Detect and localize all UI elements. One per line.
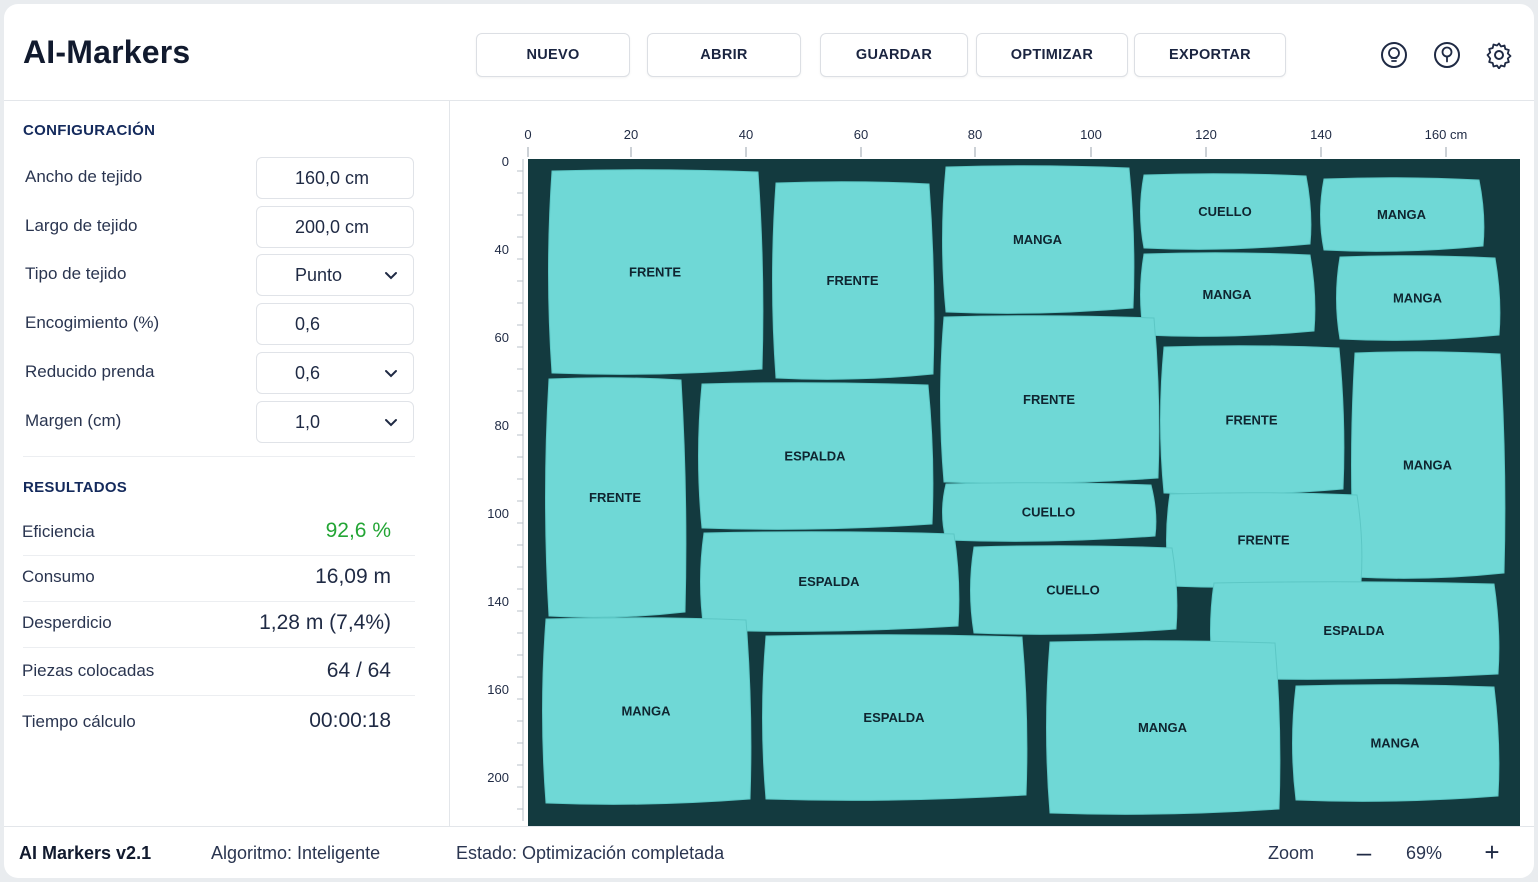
chevron-down-icon: [385, 272, 397, 280]
waste-value: 1,28 m (7,4%): [259, 611, 391, 634]
fabric-type-label: Tipo de tejido: [25, 264, 127, 283]
pieces-placed-label: Piezas colocadas: [22, 661, 155, 680]
piece-label: ESPALDA: [1323, 623, 1385, 638]
app-window: AI-Markers NUEVO ABRIR GUARDAR OPTIMIZAR…: [4, 4, 1534, 878]
waste-label: Desperdicio: [22, 613, 112, 632]
calc-time-value: 00:00:18: [309, 709, 391, 732]
y-tick-label: 40: [495, 242, 509, 257]
x-tick-label: 20: [624, 127, 638, 142]
fabric-type-select[interactable]: Punto: [256, 254, 414, 296]
x-tick-label: 0: [524, 127, 531, 142]
garment-reduction-select[interactable]: 0,6: [256, 352, 414, 394]
y-tick-label: 60: [495, 330, 509, 345]
zoom-out-button[interactable]: –: [1349, 837, 1379, 867]
open-button[interactable]: ABRIR: [647, 33, 801, 77]
lightbulb-icon[interactable]: [1379, 40, 1409, 70]
piece-label: CUELLO: [1046, 583, 1099, 598]
piece-label: MANGA: [1138, 720, 1188, 735]
piece-label: FRENTE: [1023, 392, 1075, 407]
garment-reduction-label: Reducido prenda: [25, 362, 155, 381]
marker-layout[interactable]: 0 20 40 60 80 100 120 140 160 cm 0 40 60 80 100 140 160…: [451, 101, 1534, 826]
piece-label: MANGA: [1202, 287, 1252, 302]
x-tick-label: 80: [968, 127, 982, 142]
x-tick-label: 40: [739, 127, 753, 142]
zoom-label: Zoom: [1268, 843, 1315, 863]
x-tick-label: 100: [1080, 127, 1102, 142]
sidebar: CONFIGURACIÓN Ancho de tejido 160,0 cm L…: [4, 101, 450, 826]
margin-label: Margen (cm): [25, 411, 122, 430]
piece-label: MANGA: [1370, 736, 1420, 751]
piece-label: MANGA: [1393, 291, 1443, 306]
fabric-width-input[interactable]: 160,0 cm: [256, 157, 414, 199]
shrinkage-label: Encogimiento (%): [25, 313, 160, 332]
x-tick-label: 60: [854, 127, 868, 142]
consumption-value: 16,09 m: [315, 565, 391, 588]
piece-label: MANGA: [621, 704, 671, 719]
fabric-type-value: Punto: [295, 264, 343, 285]
config-title: CONFIGURACIÓN: [23, 122, 156, 139]
x-tick-label: 140: [1310, 127, 1332, 142]
shrinkage-input[interactable]: 0,6: [256, 303, 414, 345]
new-button[interactable]: NUEVO: [476, 33, 630, 77]
zoom-value: 69%: [1406, 843, 1443, 863]
y-tick-label: 0: [502, 154, 509, 169]
row-divider: [23, 601, 415, 602]
piece-label: FRENTE: [1226, 413, 1278, 428]
state-label: Estado: Optimización completada: [456, 843, 725, 863]
piece-label: FRENTE: [629, 265, 681, 280]
fabric-width-value: 160,0 cm: [295, 167, 370, 188]
margin-value: 1,0: [295, 411, 321, 432]
chevron-down-icon: [385, 370, 397, 378]
garment-reduction-value: 0,6: [295, 362, 321, 383]
x-tick-label: 120: [1195, 127, 1217, 142]
piece-label: FRENTE: [589, 490, 641, 505]
row-divider: [23, 647, 415, 648]
y-tick-label: 160: [487, 682, 509, 697]
app-title: AI-Markers: [23, 34, 191, 70]
piece-label: FRENTE: [827, 273, 879, 288]
margin-select[interactable]: 1,0: [256, 401, 414, 443]
piece-label: ESPALDA: [863, 710, 925, 725]
piece-label: MANGA: [1013, 232, 1063, 247]
marker-canvas[interactable]: 0 20 40 60 80 100 120 140 160 cm 0 40 60 80 100 140 160…: [451, 101, 1534, 826]
status-bar: AI Markers v2.1 Algoritmo: Inteligente E…: [4, 826, 1534, 878]
piece-label: FRENTE: [1238, 533, 1290, 548]
consumption-label: Consumo: [22, 567, 95, 586]
version-label: AI Markers v2.1: [19, 843, 152, 863]
save-button[interactable]: GUARDAR: [820, 33, 968, 77]
piece-label: MANGA: [1377, 207, 1427, 222]
fabric-length-input[interactable]: 200,0 cm: [256, 206, 414, 248]
piece-label: CUELLO: [1198, 204, 1251, 219]
fabric-width-label: Ancho de tejido: [25, 167, 143, 186]
pieces-placed-value: 64 / 64: [326, 659, 391, 682]
optimize-button[interactable]: OPTIMIZAR: [976, 33, 1128, 77]
export-button[interactable]: EXPORTAR: [1134, 33, 1286, 77]
y-tick-label: 80: [495, 418, 509, 433]
algorithm-label: Algoritmo: Inteligente: [211, 843, 381, 863]
piece-label: ESPALDA: [784, 449, 846, 464]
results-title: RESULTADOS: [23, 479, 128, 496]
row-divider: [23, 695, 415, 696]
calc-time-label: Tiempo cálculo: [22, 712, 136, 731]
header: AI-Markers NUEVO ABRIR GUARDAR OPTIMIZAR…: [4, 4, 1534, 101]
section-divider: [23, 456, 415, 457]
y-tick-label: 200: [487, 770, 509, 785]
y-tick-label: 140: [487, 594, 509, 609]
efficiency-label: Eficiencia: [22, 522, 95, 541]
gear-icon[interactable]: [1484, 40, 1514, 70]
row-divider: [23, 555, 415, 556]
shrinkage-value: 0,6: [295, 313, 321, 334]
y-tick-label: 100: [487, 506, 509, 521]
fabric-length-label: Largo de tejido: [25, 216, 138, 235]
help-icon[interactable]: [1432, 40, 1462, 70]
piece-label: MANGA: [1403, 458, 1453, 473]
chevron-down-icon: [385, 419, 397, 427]
efficiency-value: 92,6 %: [325, 519, 391, 542]
piece-label: ESPALDA: [798, 574, 860, 589]
fabric-length-value: 200,0 cm: [295, 216, 370, 237]
x-tick-label: 160 cm: [1425, 127, 1468, 142]
piece-label: CUELLO: [1022, 505, 1075, 520]
zoom-in-button[interactable]: +: [1477, 837, 1507, 867]
